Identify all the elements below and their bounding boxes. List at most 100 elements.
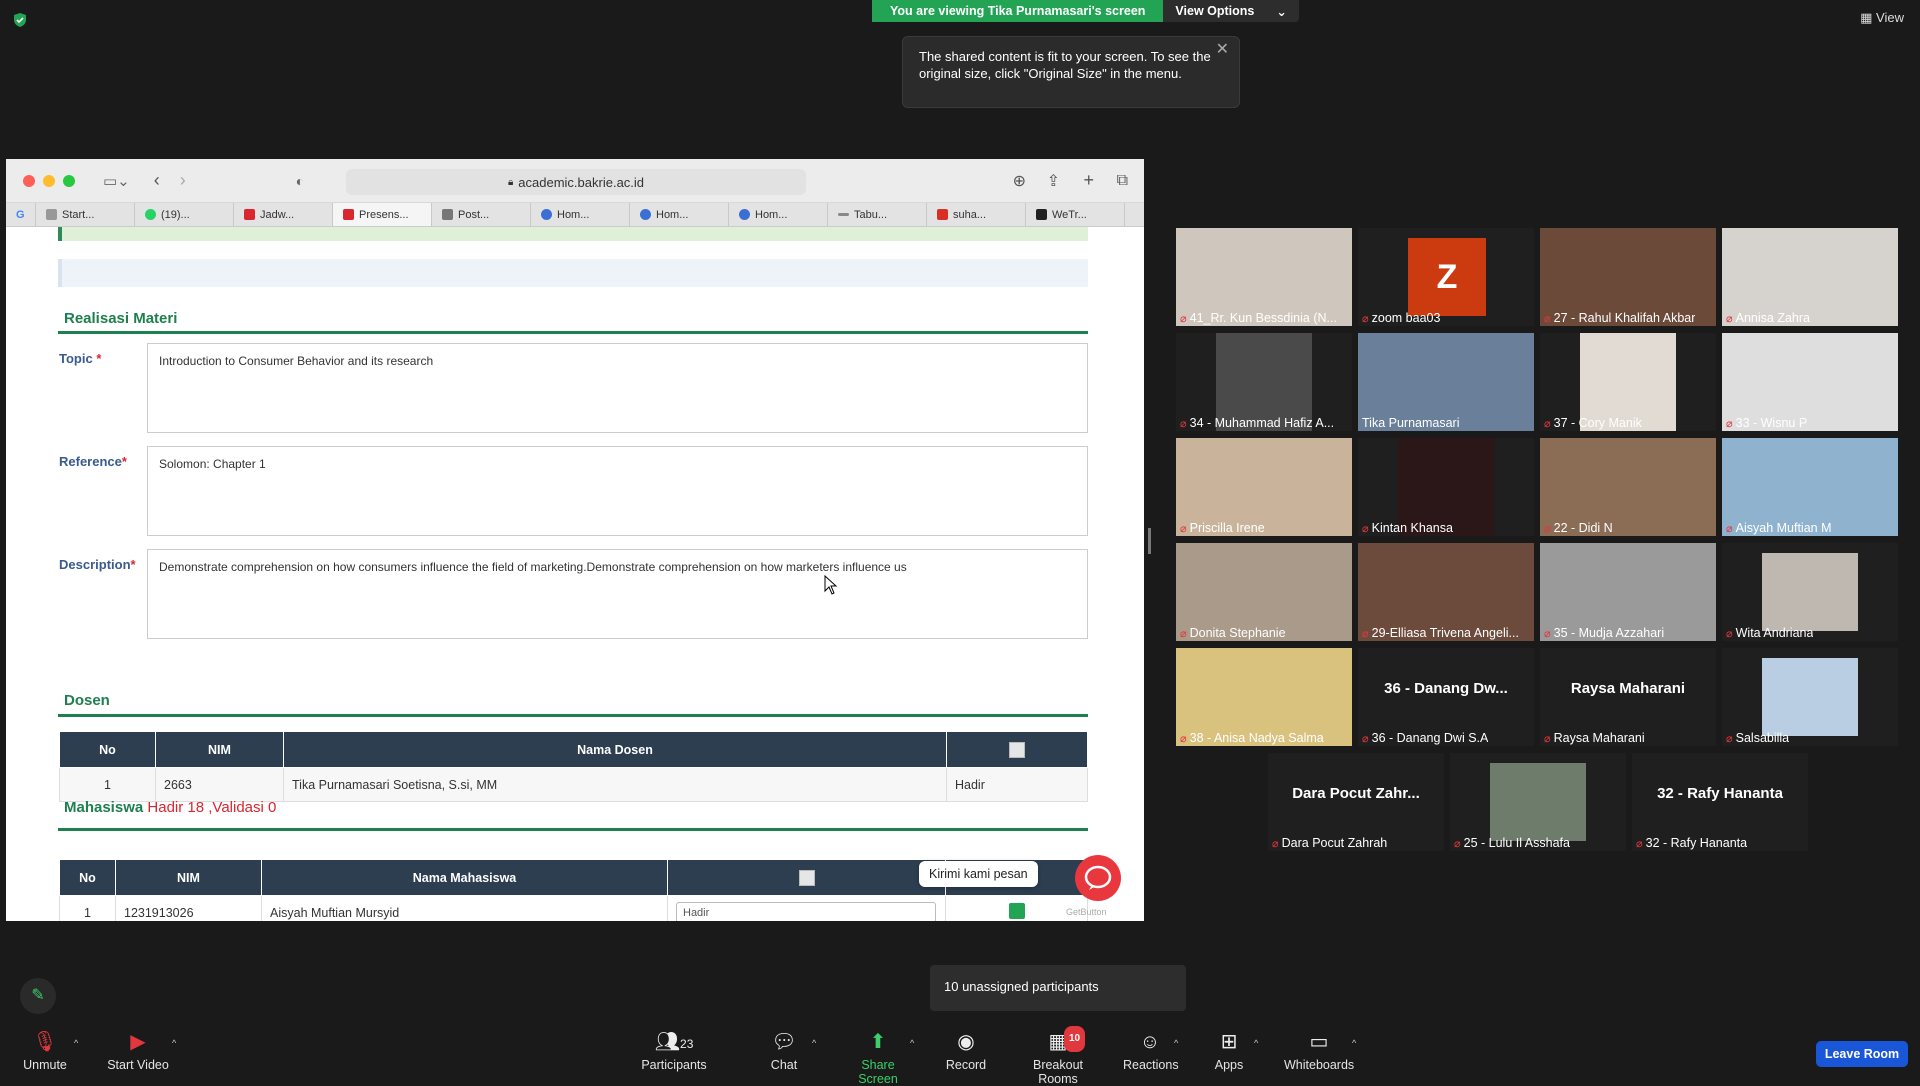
tab-jadwal[interactable]: Jadw...	[234, 203, 333, 226]
column-header: No	[59, 731, 156, 768]
tab-overview-icon[interactable]: ⧉	[1117, 172, 1128, 190]
video-feed	[1490, 763, 1586, 841]
participant-tile[interactable]: ⌀ Priscilla Irene	[1176, 438, 1352, 536]
tab-home-1[interactable]: Hom...	[531, 203, 630, 226]
address-bar[interactable]: 🔒︎ academic.bakrie.ac.id	[346, 169, 806, 195]
maximize-window-icon[interactable]	[63, 174, 75, 187]
participant-tile[interactable]: Z ⌀ zoom baa03	[1358, 228, 1534, 326]
tab-label: Hom...	[557, 208, 590, 221]
participants-button[interactable]: 👥︎23 Participants	[640, 1030, 708, 1072]
participant-tile[interactable]: Dara Pocut Zahr... ⌀ Dara Pocut Zahrah	[1268, 753, 1444, 851]
participant-tile[interactable]: ⌀ 41_Rr. Kun Bessdinia (N...	[1176, 228, 1352, 326]
participant-tile[interactable]: ⌀ Kintan Khansa	[1358, 438, 1534, 536]
tab-tabu[interactable]: Tabu...	[828, 203, 927, 226]
privacy-shield-icon[interactable]: ◐	[296, 173, 304, 189]
annotate-pencil-icon[interactable]: ✎	[20, 978, 56, 1014]
select-all-header[interactable]	[667, 859, 946, 896]
video-feed	[1540, 543, 1716, 641]
topic-textarea[interactable]: Introduction to Consumer Behavior and it…	[147, 343, 1088, 433]
tab-start[interactable]: Start...	[36, 203, 135, 226]
tab-label: Post...	[458, 208, 490, 221]
participant-tile[interactable]: ⌀ 38 - Anisa Nadya Salma	[1176, 648, 1352, 746]
google-icon[interactable]: G	[6, 203, 36, 226]
participant-tile[interactable]: ⌀ 33 - Wisnu P	[1722, 333, 1898, 431]
split-resize-handle[interactable]	[1148, 528, 1151, 554]
description-label: Description*	[59, 557, 136, 572]
security-shield-icon[interactable]	[12, 12, 28, 28]
participant-tile[interactable]: Tika Purnamasari	[1358, 333, 1534, 431]
close-window-icon[interactable]	[23, 174, 35, 187]
share-options-caret[interactable]: ^	[910, 1038, 914, 1048]
tab-wetransfer[interactable]: WeTr...	[1026, 203, 1125, 226]
participant-name-text: 27 - Rahul Khalifah Akbar	[1553, 311, 1696, 325]
participant-tile[interactable]: ⌀ 29-Elliasa Trivena Angeli...	[1358, 543, 1534, 641]
audio-options-caret[interactable]: ^	[74, 1038, 78, 1048]
chat-options-caret[interactable]: ^	[812, 1038, 816, 1048]
share-icon[interactable]: ⇪	[1047, 171, 1060, 191]
apps-button[interactable]: ⊞ Apps	[1214, 1030, 1244, 1072]
unmute-button[interactable]: 🎙︎ Unmute	[20, 1030, 70, 1072]
share-screen-button[interactable]: ⬆︎ Share Screen	[840, 1030, 916, 1086]
participant-tile[interactable]: 32 - Rafy Hananta ⌀ 32 - Rafy Hananta	[1632, 753, 1808, 851]
start-video-button[interactable]: ▶︎ Start Video	[103, 1030, 173, 1072]
tab-home-3[interactable]: Hom...	[729, 203, 828, 226]
chat-widget-button[interactable]	[1075, 855, 1121, 901]
whiteboards-button[interactable]: ▭ Whiteboards	[1284, 1030, 1354, 1072]
row-nama: Aisyah Muftian Mursyid	[261, 895, 668, 921]
select-all-header[interactable]	[946, 731, 1088, 768]
video-feed	[1722, 438, 1898, 536]
participant-tile[interactable]: ⌀ Wita Andriana	[1722, 543, 1898, 641]
select-all-checkbox[interactable]	[1009, 741, 1025, 758]
participant-tile[interactable]: ⌀ 35 - Mudja Azzahari	[1540, 543, 1716, 641]
video-feed	[1358, 543, 1534, 641]
tab-whatsapp[interactable]: (19)...	[135, 203, 234, 226]
participants-label: Participants	[641, 1058, 707, 1072]
select-all-checkbox[interactable]	[798, 869, 815, 886]
video-feed	[1176, 228, 1352, 326]
participant-tile[interactable]: ⌀ 22 - Didi N	[1540, 438, 1716, 536]
description-textarea[interactable]: Demonstrate comprehension on how consume…	[147, 549, 1088, 639]
participant-tile[interactable]: ⌀ 25 - Lulu Il Asshafa	[1450, 753, 1626, 851]
participant-tile[interactable]: ⌀ Annisa Zahra	[1722, 228, 1898, 326]
view-button[interactable]: ▦ View	[1860, 10, 1904, 26]
participant-tile[interactable]: ⌀ 27 - Rahul Khalifah Akbar	[1540, 228, 1716, 326]
status-select[interactable]: Hadir	[676, 901, 936, 921]
tab-home-2[interactable]: Hom...	[630, 203, 729, 226]
alert-note	[58, 227, 1088, 241]
view-options-button[interactable]: View Options ⌄	[1163, 0, 1299, 22]
new-tab-icon[interactable]: +	[1083, 170, 1094, 191]
sidebar-icon[interactable]: ▭⌄	[103, 172, 130, 190]
video-feed	[1540, 438, 1716, 536]
breakout-rooms-button[interactable]: ▦ 10 Breakout Rooms	[1014, 1026, 1102, 1086]
download-icon[interactable]: ⊕	[1013, 171, 1026, 191]
chat-prompt-bubble[interactable]: Kirimi kami pesan	[919, 861, 1038, 887]
reactions-caret[interactable]: ^	[1174, 1038, 1178, 1048]
forward-icon[interactable]: ›	[180, 170, 186, 191]
tab-post[interactable]: Post...	[432, 203, 531, 226]
participant-tile[interactable]: 36 - Danang Dw... ⌀ 36 - Danang Dwi S.A	[1358, 648, 1534, 746]
tab-presensi[interactable]: Presens...	[333, 203, 432, 226]
participant-tile[interactable]: ⌀ Salsabilla	[1722, 648, 1898, 746]
participant-tile[interactable]: ⌀ 34 - Muhammad Hafiz A...	[1176, 333, 1352, 431]
minimize-window-icon[interactable]	[43, 174, 55, 187]
record-button[interactable]: ◉ Record	[944, 1030, 988, 1072]
participant-tile[interactable]: ⌀ Aisyah Muftian M	[1722, 438, 1898, 536]
participant-tile[interactable]: ⌀ 37 - Cory Manik	[1540, 333, 1716, 431]
video-feed	[1540, 228, 1716, 326]
participant-tile[interactable]: ⌀ Donita Stephanie	[1176, 543, 1352, 641]
column-header: Nama Dosen	[283, 731, 947, 768]
getbutton-credit: GetButton	[1066, 907, 1107, 917]
chat-button[interactable]: 💬︎ Chat	[764, 1030, 804, 1072]
tab-gmail[interactable]: suha...	[927, 203, 1026, 226]
apps-caret[interactable]: ^	[1254, 1038, 1258, 1048]
back-icon[interactable]: ‹	[154, 170, 160, 191]
reactions-button[interactable]: ☺︎ Reactions	[1123, 1030, 1179, 1072]
video-options-caret[interactable]: ^	[172, 1038, 176, 1048]
leave-room-button[interactable]: Leave Room	[1816, 1041, 1908, 1067]
close-icon[interactable]: ✕	[1216, 41, 1229, 58]
save-icon[interactable]	[1008, 903, 1025, 919]
reference-textarea[interactable]: Solomon: Chapter 1	[147, 446, 1088, 536]
participant-tile[interactable]: Raysa Maharani ⌀ Raysa Maharani	[1540, 648, 1716, 746]
participant-name: ⌀ Dara Pocut Zahrah	[1272, 836, 1387, 850]
whiteboards-caret[interactable]: ^	[1352, 1038, 1356, 1048]
